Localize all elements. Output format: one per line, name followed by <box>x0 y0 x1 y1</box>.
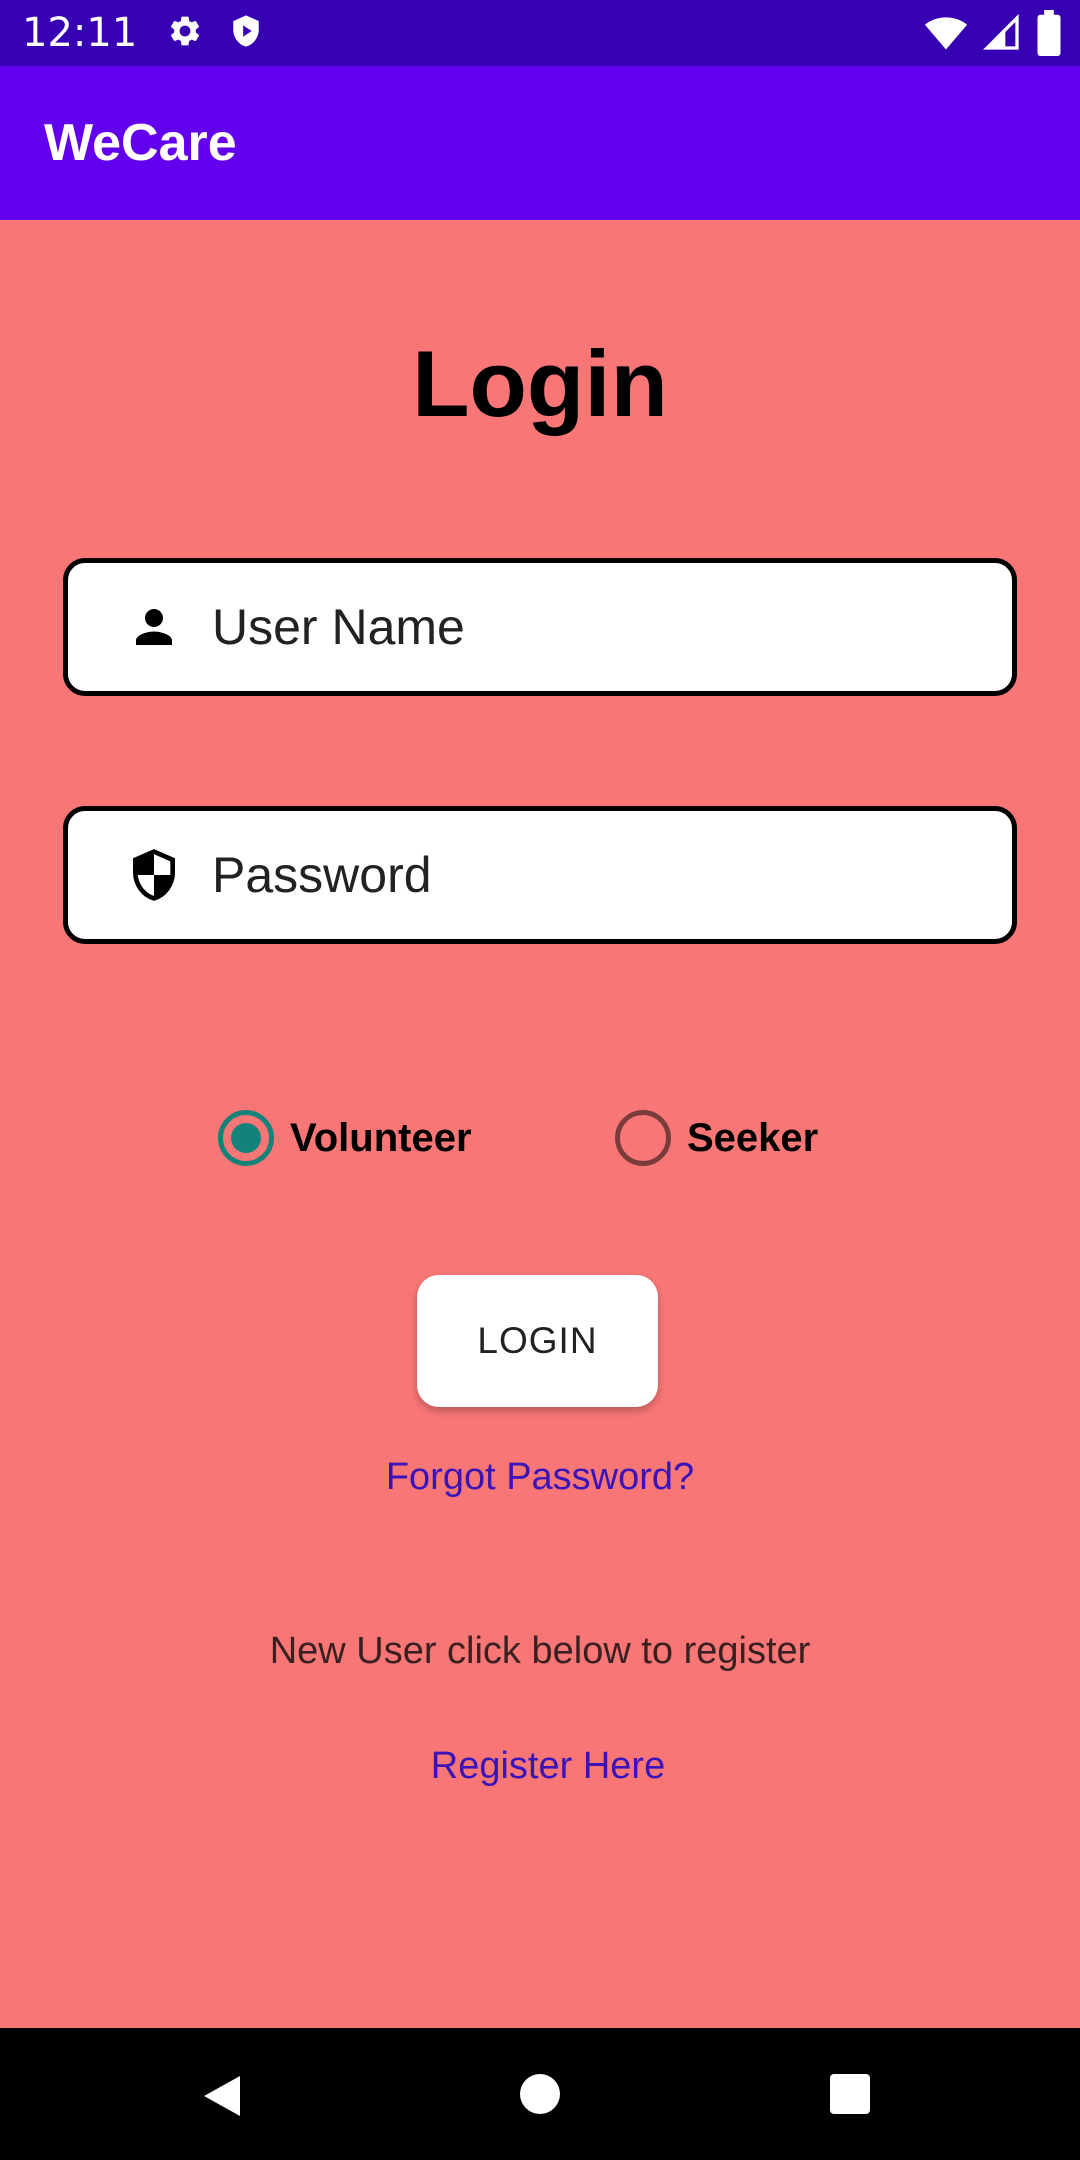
register-link[interactable]: Register Here <box>8 1745 1080 1788</box>
seeker-radio[interactable]: Seeker <box>615 1110 818 1166</box>
username-field[interactable] <box>63 558 1017 696</box>
home-icon[interactable] <box>518 2072 562 2116</box>
app-title: WeCare <box>44 114 237 172</box>
security-shield-icon <box>124 845 184 905</box>
new-user-text: New User click below to register <box>269 1630 811 1672</box>
app-bar: WeCare <box>0 66 1080 220</box>
settings-icon <box>167 13 203 54</box>
battery-icon <box>1036 10 1062 61</box>
login-content: Login Volunteer Seeker LOGIN Forgot <box>0 220 1080 2028</box>
back-icon[interactable] <box>200 2072 244 2120</box>
radio-unchecked-icon[interactable] <box>615 1110 671 1166</box>
volunteer-radio[interactable]: Volunteer <box>218 1110 472 1166</box>
forgot-password-link[interactable]: Forgot Password? <box>0 1456 1080 1499</box>
status-time: 12:11 <box>22 10 138 56</box>
login-screen: 12:11 WeCare Login User Name Volunteer S… <box>0 0 1080 2160</box>
username-input[interactable] <box>212 598 912 656</box>
wifi-icon <box>924 11 968 60</box>
page-title: Login <box>412 331 668 436</box>
login-button[interactable]: LOGIN <box>417 1275 658 1407</box>
radio-checked-icon[interactable] <box>218 1110 274 1166</box>
person-icon <box>124 597 184 657</box>
password-input[interactable] <box>212 846 912 904</box>
role-radio-group: Volunteer Seeker <box>0 1110 1080 1174</box>
volunteer-label: Volunteer <box>290 1115 472 1160</box>
seeker-label: Seeker <box>687 1115 819 1160</box>
password-field[interactable] <box>63 806 1017 944</box>
navigation-bar <box>0 2028 1080 2160</box>
status-bar: 12:11 <box>0 0 1080 66</box>
signal-icon <box>982 11 1022 60</box>
recents-icon[interactable] <box>828 2072 872 2116</box>
shield-play-icon <box>229 13 263 54</box>
